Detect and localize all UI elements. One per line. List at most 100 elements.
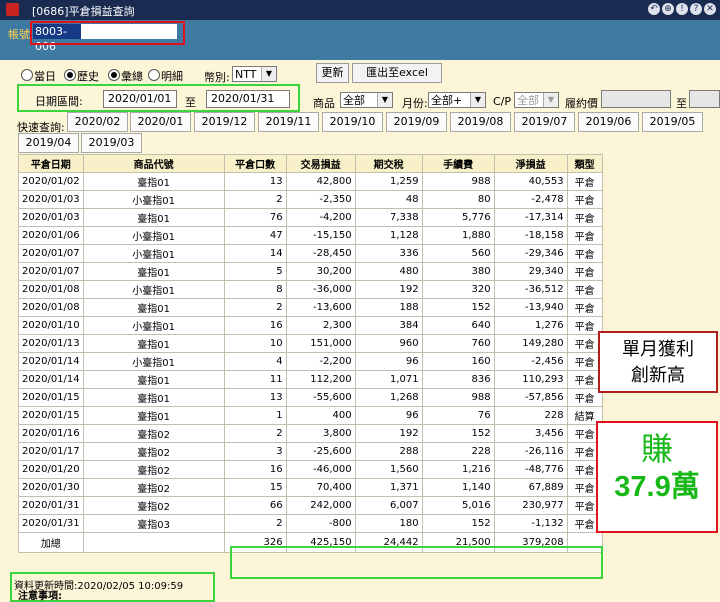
strike-to-input[interactable] xyxy=(689,90,720,108)
quick-month-button[interactable]: 2019/06 xyxy=(578,112,639,132)
quick-month-button[interactable]: 2019/09 xyxy=(386,112,447,132)
quick-month-button[interactable]: 2019/05 xyxy=(642,112,703,132)
table-row[interactable]: 2020/01/08 小臺指01 8 -36,000 192 320 -36,512 平倉 xyxy=(18,280,603,299)
strike-separator: 至 xyxy=(676,97,687,110)
table-row[interactable]: 2020/01/16 臺指02 2 3,800 192 152 3,456 平倉 xyxy=(18,424,603,443)
table-cell: 836 xyxy=(421,370,495,389)
chevron-down-icon: ▼ xyxy=(470,93,485,107)
table-body: 2020/01/02 臺指01 13 42,800 1,259 988 40,553 平倉 20… xyxy=(18,172,603,533)
table-cell: 5,776 xyxy=(421,208,495,227)
column-header[interactable]: 平倉口數 xyxy=(223,154,287,173)
month-value: 全部+ xyxy=(431,94,463,107)
quick-month-button[interactable]: 2019/07 xyxy=(514,112,575,132)
table-row[interactable]: 2020/01/07 小臺指01 14 -28,450 336 560 -29,346 平倉 xyxy=(18,244,603,263)
table-cell: 2020/01/31 xyxy=(18,496,84,515)
table-cell: 臺指01 xyxy=(82,370,225,389)
table-cell: -57,856 xyxy=(493,388,568,407)
month-select[interactable]: 全部+ ▼ xyxy=(428,92,486,108)
table-cell: 400 xyxy=(285,406,356,425)
table-row[interactable]: 2020/01/31 臺指03 2 -800 180 152 -1,132 平倉 xyxy=(18,514,603,533)
quick-month-button[interactable]: 2020/02 xyxy=(67,112,128,132)
table-cell: 149,280 xyxy=(493,334,568,353)
table-row[interactable]: 2020/01/02 臺指01 13 42,800 1,259 988 40,553 平倉 xyxy=(18,172,603,191)
table-cell: 小臺指01 xyxy=(82,280,225,299)
column-header[interactable]: 平倉日期 xyxy=(18,154,84,173)
table-cell: 3,456 xyxy=(493,424,568,443)
quick-month-button[interactable]: 2019/03 xyxy=(81,133,142,153)
quick-month-button[interactable]: 2019/10 xyxy=(322,112,383,132)
table-cell: 988 xyxy=(421,172,495,191)
date-to-input[interactable]: 2020/01/31 xyxy=(206,90,290,108)
radio-detail[interactable] xyxy=(148,69,160,81)
quick-month-button[interactable]: 2019/12 xyxy=(194,112,255,132)
info-icon[interactable]: ! xyxy=(676,3,688,15)
table-cell: 380 xyxy=(421,262,495,281)
radio-summary[interactable] xyxy=(108,69,120,81)
table-cell: -13,600 xyxy=(285,298,356,317)
table-row[interactable]: 2020/01/15 臺指01 1 400 96 76 228 結算 xyxy=(18,406,603,425)
cp-value: 全部 xyxy=(517,94,539,107)
table-cell: 臺指02 xyxy=(82,496,225,515)
quick-month-button[interactable]: 2020/01 xyxy=(130,112,191,132)
table-cell: 5 xyxy=(223,262,287,281)
quick-month-button[interactable]: 2019/11 xyxy=(258,112,319,132)
column-header[interactable]: 期交稅 xyxy=(354,154,423,173)
product-select[interactable]: 全部 ▼ xyxy=(340,92,393,108)
column-header[interactable]: 交易損益 xyxy=(285,154,356,173)
table-cell: 臺指03 xyxy=(82,514,225,533)
refresh-button[interactable]: 更新 xyxy=(316,63,349,83)
add-icon[interactable]: ⊕ xyxy=(662,3,674,15)
table-cell: 1,371 xyxy=(354,478,423,497)
table-cell: -48,776 xyxy=(493,460,568,479)
column-header[interactable]: 類型 xyxy=(566,154,603,173)
table-cell: 平倉 xyxy=(566,226,603,245)
table-cell: -2,200 xyxy=(285,352,356,371)
table-row[interactable]: 2020/01/20 臺指02 16 -46,000 1,560 1,216 -48,776… xyxy=(18,460,603,479)
table-cell: 160 xyxy=(421,352,495,371)
quick-month-button[interactable]: 2019/04 xyxy=(18,133,79,153)
table-row[interactable]: 2020/01/14 小臺指01 4 -2,200 96 160 -2,456 平倉 xyxy=(18,352,603,371)
table-row[interactable]: 2020/01/17 臺指02 3 -25,600 288 228 -26,116 平倉 xyxy=(18,442,603,461)
strike-from-input[interactable] xyxy=(601,90,671,108)
table-row[interactable]: 2020/01/31 臺指02 66 242,000 6,007 5,016 230,977… xyxy=(18,496,603,515)
table-cell: 2020/01/08 xyxy=(18,298,84,317)
table-cell: 112,200 xyxy=(285,370,356,389)
close-icon[interactable]: ✕ xyxy=(704,3,716,15)
table-row[interactable]: 2020/01/10 小臺指01 16 2,300 384 640 1,276 平倉 xyxy=(18,316,603,335)
table-cell: 平倉 xyxy=(566,280,603,299)
table-cell: 2020/01/14 xyxy=(18,370,84,389)
export-excel-button[interactable]: 匯出至excel xyxy=(352,63,442,83)
currency-select[interactable]: NTT ▼ xyxy=(232,66,277,82)
table-row[interactable]: 2020/01/15 臺指01 13 -55,600 1,268 988 -57,856 平倉 xyxy=(18,388,603,407)
table-cell: 2020/01/15 xyxy=(18,406,84,425)
table-row[interactable]: 2020/01/03 臺指01 76 -4,200 7,338 5,776 -17,314 平… xyxy=(18,208,603,227)
date-from-input[interactable]: 2020/01/01 xyxy=(103,90,177,108)
table-cell: 151,000 xyxy=(285,334,356,353)
cp-select[interactable]: 全部 ▼ xyxy=(514,92,559,108)
table-row[interactable]: 2020/01/08 臺指01 2 -13,600 188 152 -13,940 平倉 xyxy=(18,298,603,317)
radio-today[interactable] xyxy=(21,69,33,81)
table-cell: 480 xyxy=(354,262,423,281)
table-cell: 66 xyxy=(223,496,287,515)
table-row[interactable]: 2020/01/06 小臺指01 47 -15,150 1,128 1,880 -18,15… xyxy=(18,226,603,245)
back-icon[interactable]: ↶ xyxy=(648,3,660,15)
table-row[interactable]: 2020/01/03 小臺指01 2 -2,350 48 80 -2,478 平倉 xyxy=(18,190,603,209)
account-highlight-box xyxy=(30,21,185,45)
table-row[interactable]: 2020/01/14 臺指01 11 112,200 1,071 836 110,293 平倉 xyxy=(18,370,603,389)
table-cell: 1 xyxy=(223,406,287,425)
account-label: 帳號 xyxy=(8,28,30,41)
table-row[interactable]: 2020/01/30 臺指02 15 70,400 1,371 1,140 67,889 平倉 xyxy=(18,478,603,497)
table-cell: 188 xyxy=(354,298,423,317)
radio-history[interactable] xyxy=(64,69,76,81)
column-header[interactable]: 淨損益 xyxy=(493,154,568,173)
table-row[interactable]: 2020/01/13 臺指01 10 151,000 960 760 149,280 平倉 xyxy=(18,334,603,353)
column-header[interactable]: 手續費 xyxy=(421,154,495,173)
table-cell: 96 xyxy=(354,352,423,371)
table-row[interactable]: 2020/01/07 臺指01 5 30,200 480 380 29,340 平倉 xyxy=(18,262,603,281)
chevron-down-icon: ▼ xyxy=(543,93,558,107)
quick-month-button[interactable]: 2019/08 xyxy=(450,112,511,132)
help-icon[interactable]: ? xyxy=(690,3,702,15)
table-cell: 384 xyxy=(354,316,423,335)
column-header[interactable]: 商品代號 xyxy=(82,154,225,173)
table-cell: 47 xyxy=(223,226,287,245)
